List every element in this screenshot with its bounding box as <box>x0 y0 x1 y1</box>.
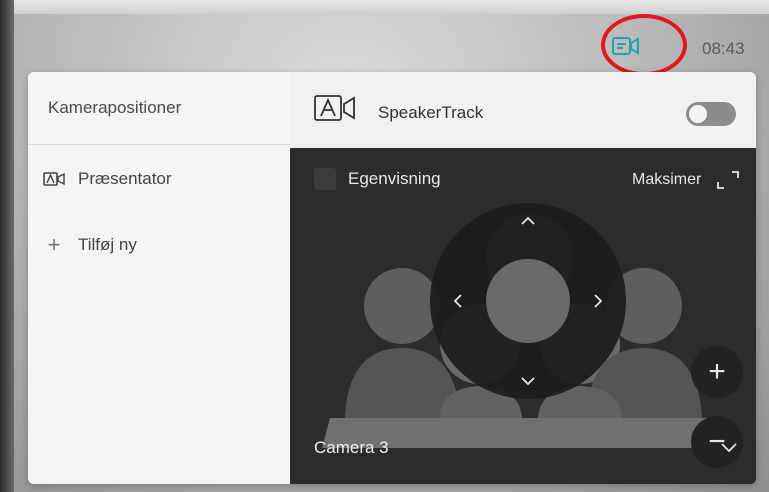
toggle-knob <box>689 105 707 123</box>
speakertrack-row: SpeakerTrack <box>290 72 756 149</box>
sidebar-item-label: Tilføj ny <box>78 235 137 254</box>
sidebar-divider <box>28 144 290 145</box>
maximize-label[interactable]: Maksimer <box>632 171 701 189</box>
screen-bezel-left <box>0 0 14 492</box>
camera-viewer: Egenvisning Maksimer + − Camera 3 <box>290 148 756 484</box>
camera-control-panel: Kamerapositioner Præsentator + Tilføj ny <box>28 72 756 484</box>
camera-select[interactable]: Camera 3 <box>314 438 389 458</box>
maximize-icon[interactable] <box>716 170 740 190</box>
speakertrack-icon <box>314 94 360 124</box>
clock: 08:43 <box>702 39 745 58</box>
self-view-checkbox[interactable] <box>314 168 336 190</box>
camera-positions-sidebar: Kamerapositioner Præsentator + Tilføj ny <box>28 72 291 484</box>
plus-icon: + <box>47 232 61 257</box>
speakertrack-toggle[interactable] <box>686 102 736 126</box>
sidebar-title: Kamerapositioner <box>48 98 182 117</box>
pan-down-icon[interactable] <box>517 370 539 392</box>
presenter-icon <box>42 170 66 188</box>
self-view-label: Egenvisning <box>348 169 441 188</box>
chevron-down-icon[interactable] <box>718 438 740 456</box>
zoom-in-button[interactable]: + <box>691 346 743 398</box>
pan-right-icon[interactable] <box>587 290 609 312</box>
sidebar-item-label: Præsentator <box>78 169 172 188</box>
sidebar-item-add-new[interactable]: + Tilføj ny <box>42 230 137 260</box>
screen-bezel-top <box>0 0 769 14</box>
red-highlight-circle <box>601 14 687 76</box>
speakertrack-label: SpeakerTrack <box>378 103 484 122</box>
pan-left-icon[interactable] <box>447 290 469 312</box>
sidebar-item-presenter[interactable]: Præsentator <box>42 164 172 194</box>
pan-up-icon[interactable] <box>517 210 539 232</box>
audience-silhouette-illustration <box>290 148 756 484</box>
